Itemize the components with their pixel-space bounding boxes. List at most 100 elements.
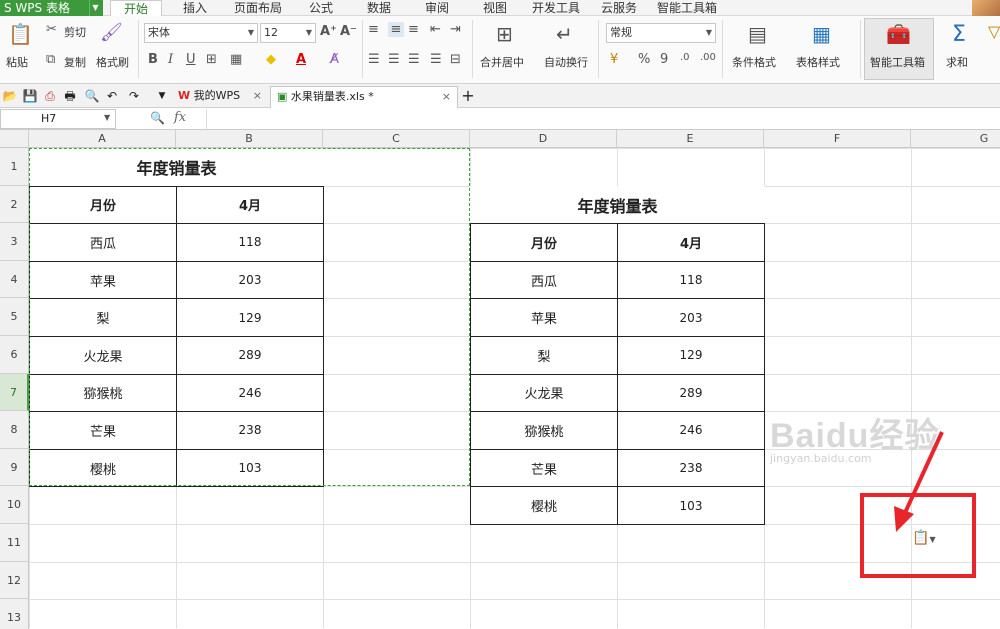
decrease-decimal-icon[interactable]: .00 xyxy=(700,52,716,63)
table-cell-sales[interactable]: 289 xyxy=(176,336,324,375)
comma-button[interactable]: 9 xyxy=(660,52,668,67)
export-pdf-icon[interactable]: ⎙ xyxy=(42,88,58,104)
border-icon[interactable]: ⊞ xyxy=(206,52,217,67)
wrap-text-icon[interactable]: ↵ xyxy=(556,22,573,46)
tab-developer[interactable]: 开发工具 xyxy=(526,0,586,16)
tab-formula[interactable]: 公式 xyxy=(298,0,344,16)
table-cell-sales[interactable]: 129 xyxy=(617,336,765,375)
table-cell-fruit[interactable]: 梨 xyxy=(29,298,177,337)
column-header-c[interactable]: C xyxy=(323,130,470,148)
copy-icon[interactable]: ⧉ xyxy=(46,52,55,67)
conditional-format-icon[interactable]: ▤ xyxy=(748,22,767,46)
print-preview-icon[interactable]: 🔍 xyxy=(84,88,100,104)
grow-font-icon[interactable]: A⁺ xyxy=(320,24,337,39)
table-header-month[interactable]: 月份 xyxy=(470,223,618,262)
tab-smart-toolbox[interactable]: 智能工具箱 xyxy=(654,0,720,16)
column-header-g[interactable]: G xyxy=(911,130,1000,148)
table-style-icon[interactable]: ▦ xyxy=(812,22,831,46)
table-cell-fruit[interactable]: 苹果 xyxy=(470,298,618,337)
table-cell-fruit[interactable]: 芒果 xyxy=(470,448,618,488)
sum-button[interactable]: 求和 xyxy=(946,54,968,70)
table-cell-sales[interactable]: 238 xyxy=(176,411,324,450)
select-all-corner[interactable] xyxy=(0,130,29,148)
row-header-13[interactable]: 13 xyxy=(0,599,29,629)
decrease-indent-icon[interactable]: ⇤ xyxy=(430,22,441,37)
currency-icon[interactable]: ¥ xyxy=(610,52,618,67)
conditional-format-button[interactable]: 条件格式 xyxy=(732,54,776,70)
table-cell-fruit[interactable]: 樱桃 xyxy=(470,486,618,525)
row-header-11[interactable]: 11 xyxy=(0,524,29,562)
row-header-6[interactable]: 6 xyxy=(0,336,29,374)
print-icon[interactable]: 🖶 xyxy=(62,88,78,104)
bold-icon[interactable]: B xyxy=(148,52,158,67)
row-header-3[interactable]: 3 xyxy=(0,223,29,261)
merge-center-button[interactable]: 合并居中 xyxy=(480,54,524,70)
align-middle-icon[interactable]: ≡ xyxy=(388,22,404,37)
redo-icon[interactable]: ↷ xyxy=(126,88,142,104)
table-style-button[interactable]: 表格样式 xyxy=(796,54,840,70)
table-cell-sales[interactable]: 246 xyxy=(617,411,765,450)
avatar[interactable] xyxy=(972,0,1000,16)
shrink-font-icon[interactable]: A⁻ xyxy=(340,24,357,39)
chevron-down-icon[interactable]: ▼ xyxy=(104,113,110,122)
number-format-select[interactable]: 常规 ▼ xyxy=(606,23,716,43)
paste-options-button[interactable]: 📋▼ xyxy=(912,530,940,548)
tab-view[interactable]: 视图 xyxy=(472,0,518,16)
column-header-a[interactable]: A xyxy=(29,130,176,148)
spreadsheet-grid[interactable]: ABCDEFG 1 2 3 4 5 6 7 8 9 10 11 12 13 年度销量表 月份 4月 西瓜 118… xyxy=(0,130,1000,629)
table-cell-sales[interactable]: 203 xyxy=(176,260,324,300)
format-painter-button[interactable]: 格式刷 xyxy=(96,54,129,70)
cut-button[interactable]: 剪切 xyxy=(64,24,86,40)
row-header-5[interactable]: 5 xyxy=(0,298,29,336)
table-cell-fruit[interactable]: 梨 xyxy=(470,336,618,375)
align-center-icon[interactable]: ☰ xyxy=(388,52,400,67)
underline-icon[interactable]: U xyxy=(186,52,196,67)
paste-button[interactable]: 粘贴 xyxy=(6,54,28,70)
table-cell-fruit[interactable]: 西瓜 xyxy=(29,223,177,262)
copy-button[interactable]: 复制 xyxy=(64,54,86,70)
formula-input[interactable] xyxy=(206,109,1000,129)
italic-icon[interactable]: I xyxy=(168,52,173,67)
chevron-down-icon[interactable]: ▼ xyxy=(89,0,101,16)
scissors-icon[interactable]: ✂ xyxy=(46,22,57,37)
table-title[interactable]: 年度销量表 xyxy=(29,148,324,187)
table-cell-sales[interactable]: 103 xyxy=(176,448,324,488)
row-header-12[interactable]: 12 xyxy=(0,561,29,600)
table-cell-fruit[interactable]: 西瓜 xyxy=(470,260,618,300)
increase-decimal-icon[interactable]: .0 xyxy=(680,52,690,63)
row-header-10[interactable]: 10 xyxy=(0,486,29,524)
table-cell-sales[interactable]: 246 xyxy=(176,373,324,413)
table-cell-fruit[interactable]: 苹果 xyxy=(29,260,177,300)
table-cell-fruit[interactable]: 樱桃 xyxy=(29,448,177,488)
clear-format-icon[interactable]: A̸ xyxy=(330,52,339,67)
tab-home[interactable]: 开始 xyxy=(110,0,162,16)
name-box[interactable]: H7 xyxy=(0,109,116,129)
zoom-icon[interactable]: 🔍 xyxy=(150,111,165,125)
column-header-f[interactable]: F xyxy=(764,130,911,148)
tab-insert[interactable]: 插入 xyxy=(172,0,218,16)
fx-button[interactable]: fx xyxy=(174,110,186,125)
row-header-9[interactable]: 9 xyxy=(0,448,29,487)
column-header-d[interactable]: D xyxy=(470,130,617,148)
row-header-8[interactable]: 8 xyxy=(0,411,29,449)
font-size-select[interactable]: 12 ▼ xyxy=(260,23,316,43)
table-header-april[interactable]: 4月 xyxy=(617,223,765,262)
close-icon[interactable]: × xyxy=(253,86,262,106)
column-header-e[interactable]: E xyxy=(617,130,764,148)
customize-dropdown-icon[interactable]: ▼ xyxy=(154,88,170,104)
align-bottom-icon[interactable]: ≡ xyxy=(408,22,419,37)
table-header-april[interactable]: 4月 xyxy=(176,185,324,225)
tab-review[interactable]: 审阅 xyxy=(414,0,460,16)
align-top-icon[interactable]: ≡ xyxy=(368,22,379,37)
tab-data[interactable]: 数据 xyxy=(356,0,402,16)
table-cell-sales[interactable]: 238 xyxy=(617,448,765,488)
table-cell-fruit[interactable]: 芒果 xyxy=(29,411,177,450)
row-header-7[interactable]: 7 xyxy=(0,373,29,412)
font-name-select[interactable]: 宋体 ▼ xyxy=(144,23,258,43)
table-cell-fruit[interactable]: 猕猴桃 xyxy=(29,373,177,413)
align-right-icon[interactable]: ☰ xyxy=(408,52,420,67)
tab-fruit-sales-file[interactable]: ▣ 水果销量表.xls * × xyxy=(270,86,458,108)
distribute-icon[interactable]: ⊟ xyxy=(450,52,461,67)
open-folder-icon[interactable]: 📂 xyxy=(2,88,18,104)
fill-color-icon[interactable]: ◆ xyxy=(266,52,276,67)
